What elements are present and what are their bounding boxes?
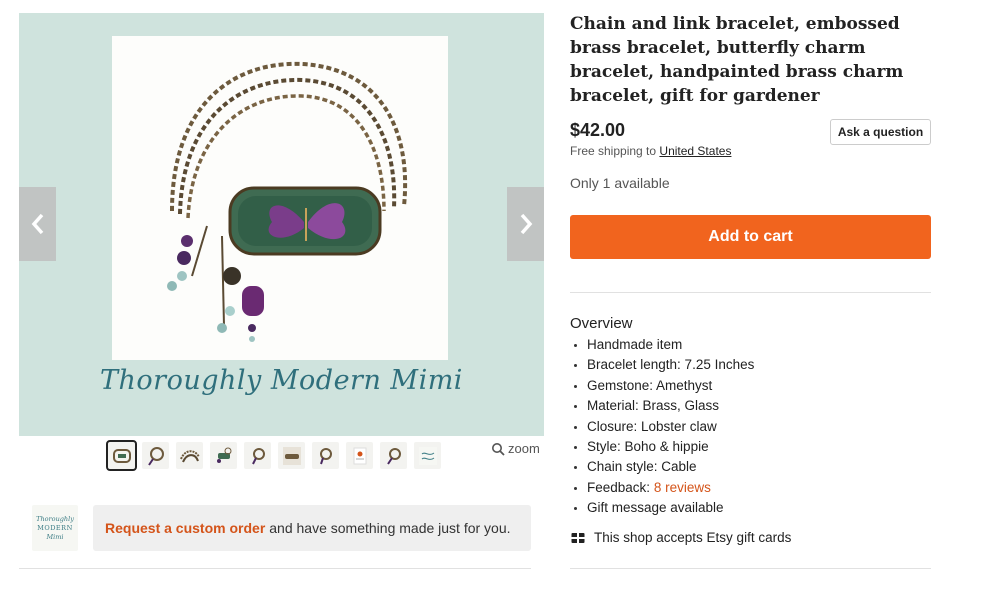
- thumbnail-9[interactable]: [380, 442, 407, 469]
- thumbnail-1[interactable]: [106, 440, 137, 471]
- divider: [19, 568, 531, 569]
- availability-text: Only 1 available: [570, 175, 670, 191]
- overview-item: Bracelet length: 7.25 Inches: [570, 355, 754, 375]
- gift-card-icon: [571, 532, 585, 543]
- bracelet-photo: [112, 36, 448, 360]
- custom-order-banner: Request a custom order and have somethin…: [93, 505, 531, 551]
- shop-logo[interactable]: Thoroughly MODERN Mimi: [32, 505, 78, 551]
- listing-price: $42.00: [570, 120, 626, 140]
- overview-heading: Overview: [570, 315, 633, 332]
- thumbnail-8[interactable]: [346, 442, 373, 469]
- add-to-cart-button[interactable]: Add to cart: [570, 215, 931, 259]
- shipping-prefix: Free shipping to: [570, 144, 657, 158]
- thumbnail-5[interactable]: [244, 442, 271, 469]
- thumbnail-7[interactable]: [312, 442, 339, 469]
- shop-logo-line: Thoroughly: [36, 514, 74, 523]
- thumbnail-strip: [106, 440, 441, 471]
- thumbnail-3[interactable]: [176, 442, 203, 469]
- reviews-link[interactable]: 8 reviews: [654, 480, 711, 495]
- shop-logo-line: Mimi: [46, 532, 64, 541]
- custom-order-text: and have something made just for you.: [269, 520, 511, 536]
- chevron-right-icon: [520, 213, 532, 235]
- request-custom-order-link[interactable]: Request a custom order: [105, 520, 265, 536]
- previous-image-button[interactable]: [19, 187, 56, 261]
- shop-logo-line: MODERN: [37, 523, 73, 532]
- shipping-destination-link[interactable]: United States: [659, 144, 731, 158]
- overview-item: Chain style: Cable: [570, 457, 754, 477]
- gift-cards-text: This shop accepts Etsy gift cards: [594, 530, 792, 545]
- thumbnail-6[interactable]: [278, 442, 305, 469]
- zoom-label: zoom: [508, 441, 540, 456]
- overview-item: Material: Brass, Glass: [570, 396, 754, 416]
- overview-item-feedback: Feedback: 8 reviews: [570, 478, 754, 498]
- overview-item: Handmade item: [570, 335, 754, 355]
- listing-title: Chain and link bracelet, embossed brass …: [570, 14, 904, 106]
- overview-item: Gemstone: Amethyst: [570, 376, 754, 396]
- magnifier-icon: [492, 442, 505, 456]
- overview-item: Style: Boho & hippie: [570, 437, 754, 457]
- shop-watermark: Thoroughly Modern Mimi: [100, 365, 463, 396]
- shipping-info: Free shipping to United States: [570, 144, 731, 158]
- zoom-button[interactable]: zoom: [491, 441, 540, 456]
- thumbnail-10[interactable]: [414, 442, 441, 469]
- next-image-button[interactable]: [507, 187, 544, 261]
- thumbnail-4[interactable]: [210, 442, 237, 469]
- ask-a-question-button[interactable]: Ask a question: [830, 119, 931, 145]
- overview-list: Handmade item Bracelet length: 7.25 Inch…: [570, 335, 754, 519]
- bracelet-illustration: [167, 61, 408, 342]
- chevron-left-icon: [31, 213, 43, 235]
- divider: [570, 568, 931, 569]
- overview-item: Closure: Lobster claw: [570, 417, 754, 437]
- feedback-label: Feedback:: [587, 479, 651, 495]
- thumbnail-2[interactable]: [142, 442, 169, 469]
- main-listing-image[interactable]: Thoroughly Modern Mimi: [19, 13, 544, 436]
- divider: [570, 292, 931, 293]
- gift-cards-notice: This shop accepts Etsy gift cards: [571, 530, 791, 545]
- overview-item: Gift message available: [570, 498, 754, 518]
